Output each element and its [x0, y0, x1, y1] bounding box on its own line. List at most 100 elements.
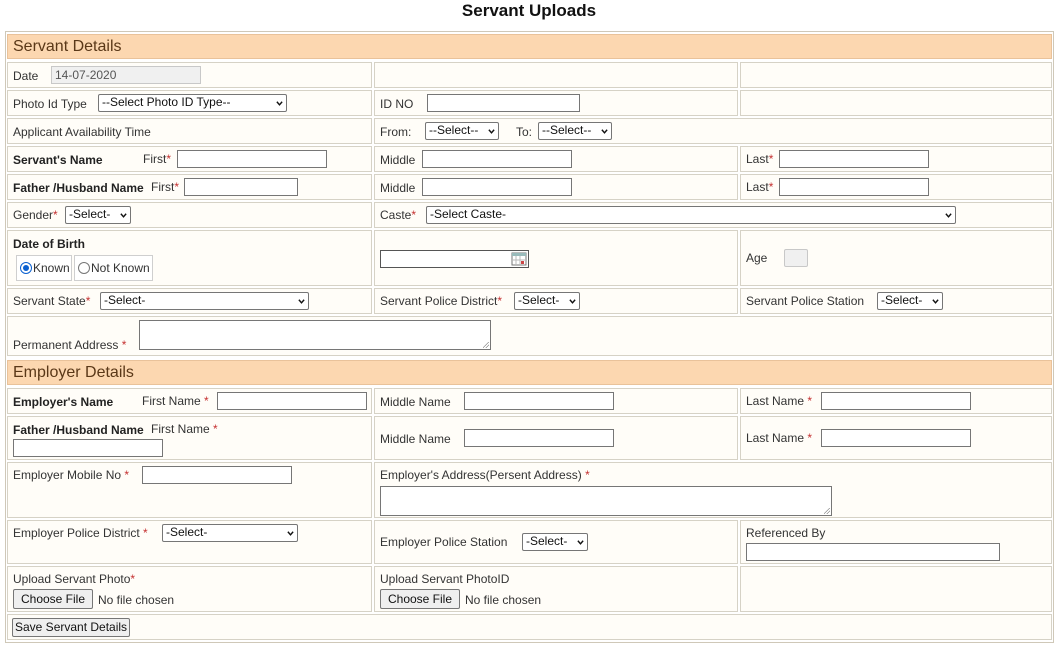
date-input[interactable]: 14-07-2020 [51, 66, 201, 84]
employer-father-first-label: First Name * [151, 422, 218, 436]
date-label: Date [13, 69, 39, 83]
servant-police-station-select[interactable]: -Select- [877, 292, 943, 310]
servant-middle-cell: Middle [374, 146, 738, 172]
gender-cell: Gender* -Select- [7, 202, 372, 228]
to-label: To: [516, 125, 533, 139]
servant-first-name-input[interactable] [177, 150, 327, 168]
section-header-employer: Employer Details [7, 360, 1052, 385]
servant-state-label: Servant State* [13, 294, 91, 308]
servant-last-cell: Last* [740, 146, 1052, 172]
employer-father-last-name-input[interactable] [821, 429, 971, 447]
servant-last-name-input[interactable] [779, 150, 929, 168]
caste-select[interactable]: -Select Caste- [426, 206, 956, 224]
employer-father-middle-cell: Middle Name [374, 416, 738, 460]
gender-select[interactable]: -Select- [65, 206, 131, 224]
upload-photoid-status: No file chosen [465, 593, 542, 607]
chevron-down-icon [287, 531, 294, 536]
radio-unselected-icon[interactable] [78, 262, 90, 274]
employer-father-last-cell: Last Name * [740, 416, 1052, 460]
servant-police-district-select[interactable]: -Select- [514, 292, 580, 310]
servant-name-cell: Servant's Name First* [7, 146, 372, 172]
radio-selected-icon[interactable] [20, 262, 32, 274]
photo-id-label: Photo Id Type [13, 97, 87, 111]
employer-father-cell: Father /Husband Name First Name * [7, 416, 372, 460]
id-no-input[interactable] [427, 94, 580, 112]
servant-state-select[interactable]: -Select- [100, 292, 309, 310]
caste-value: -Select Caste- [430, 207, 507, 221]
calendar-icon[interactable] [511, 252, 527, 266]
servant-first-label: First* [143, 152, 171, 166]
availability-cell: Applicant Availability Time [7, 118, 372, 144]
employer-middle-name-input[interactable] [464, 392, 614, 410]
servant-police-district-value: -Select- [518, 293, 560, 307]
servant-middle-label: Middle [380, 153, 416, 167]
choose-file-button[interactable]: Choose File [13, 589, 93, 609]
empty-cell [740, 90, 1052, 116]
employer-address-cell: Employer's Address(Persent Address) * [374, 462, 1052, 518]
employer-address-textarea[interactable] [380, 486, 832, 516]
chevron-down-icon [569, 299, 576, 304]
employer-mobile-input[interactable] [142, 466, 292, 484]
dob-not-known-option[interactable]: Not Known [74, 255, 153, 281]
empty-cell [374, 62, 738, 88]
dob-cell: Date of Birth Known Not Known [7, 230, 372, 286]
save-servant-details-button[interactable]: Save Servant Details [12, 618, 130, 637]
empty-cell [740, 566, 1052, 612]
upload-photo-label: Upload Servant Photo* [13, 572, 136, 586]
id-no-cell: ID NO [374, 90, 738, 116]
servant-station-cell: Servant Police Station -Select- [740, 288, 1052, 314]
chevron-down-icon [932, 299, 939, 304]
from-time-value: --Select-- [429, 123, 479, 137]
servant-police-station-value: -Select- [881, 293, 923, 307]
section-header-servant: Servant Details [7, 34, 1052, 59]
father-last-label: Last* [746, 180, 774, 194]
dob-date-input[interactable] [380, 250, 529, 268]
upload-photoid-cell: Upload Servant PhotoID Choose File No fi… [374, 566, 738, 612]
chevron-down-icon [945, 213, 952, 218]
employer-station-cell: Employer Police Station -Select- [374, 520, 738, 564]
to-time-select[interactable]: --Select-- [538, 122, 612, 140]
dob-known-option[interactable]: Known [16, 255, 72, 281]
employer-father-label: Father /Husband Name [13, 423, 144, 437]
father-middle-name-input[interactable] [422, 178, 572, 196]
chevron-down-icon [276, 101, 283, 106]
employer-middle-label: Middle Name [380, 395, 451, 409]
father-name-label: Father /Husband Name [13, 181, 144, 195]
employer-father-middle-name-input[interactable] [464, 429, 614, 447]
servant-name-label: Servant's Name [13, 153, 103, 167]
employer-police-station-select[interactable]: -Select- [522, 533, 588, 551]
from-time-select[interactable]: --Select-- [425, 122, 499, 140]
permanent-address-label: Permanent Address * [13, 338, 127, 352]
father-name-cell: Father /Husband Name First* [7, 174, 372, 200]
father-last-cell: Last* [740, 174, 1052, 200]
servant-state-value: -Select- [104, 293, 146, 307]
gender-value: -Select- [69, 207, 111, 221]
empty-cell [740, 62, 1052, 88]
from-label: From: [380, 125, 412, 139]
caste-label: Caste* [380, 208, 417, 222]
employer-father-last-label: Last Name * [746, 431, 813, 445]
father-last-name-input[interactable] [779, 178, 929, 196]
photo-id-type-value: --Select Photo ID Type-- [102, 95, 231, 109]
age-label: Age [746, 251, 768, 265]
permanent-address-textarea[interactable] [139, 320, 491, 350]
employer-district-label: Employer Police District * [13, 526, 148, 540]
father-first-label: First* [151, 180, 179, 194]
dob-date-cell [374, 230, 738, 286]
photo-id-cell: Photo Id Type --Select Photo ID Type-- [7, 90, 372, 116]
servant-middle-name-input[interactable] [422, 150, 572, 168]
dob-label: Date of Birth [13, 237, 85, 251]
age-input[interactable] [784, 249, 808, 267]
chevron-down-icon [298, 299, 305, 304]
employer-first-name-input[interactable] [217, 392, 367, 410]
employer-last-name-input[interactable] [821, 392, 971, 410]
employer-police-district-select[interactable]: -Select- [162, 524, 298, 542]
choose-file-photoid-button[interactable]: Choose File [380, 589, 460, 609]
father-first-name-input[interactable] [184, 178, 298, 196]
referenced-by-input[interactable] [746, 543, 1000, 561]
page-title: Servant Uploads [461, 1, 597, 20]
employer-father-first-name-input[interactable] [13, 439, 163, 457]
availability-time-cell: From: --Select-- To: --Select-- [374, 118, 1052, 144]
chevron-down-icon [601, 129, 608, 134]
photo-id-type-select[interactable]: --Select Photo ID Type-- [98, 94, 287, 112]
